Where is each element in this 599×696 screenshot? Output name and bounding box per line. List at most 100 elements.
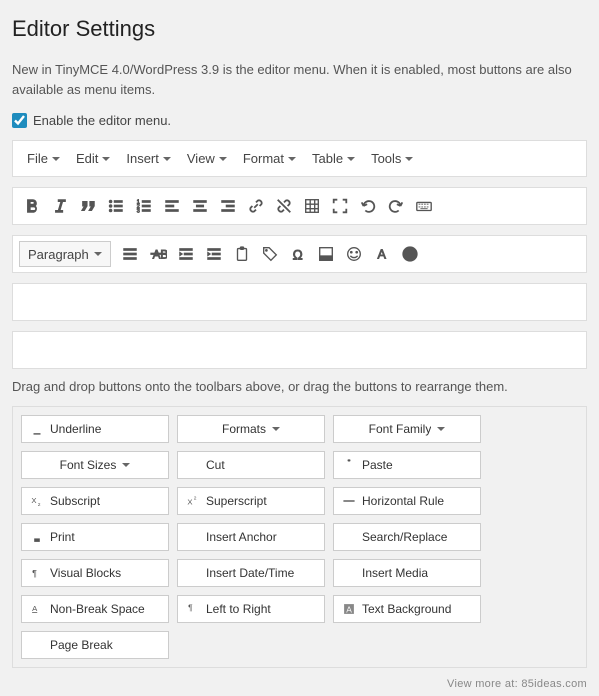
pool-horizontal-rule[interactable]: Horizontal Rule — [333, 487, 481, 515]
undo-icon — [359, 197, 377, 215]
media-icon — [342, 566, 356, 580]
enable-menu-row[interactable]: Enable the editor menu. — [12, 113, 587, 128]
keyboard-button[interactable] — [411, 193, 437, 219]
caret-icon — [272, 427, 280, 431]
font-button[interactable] — [369, 241, 395, 267]
underline-icon — [30, 422, 44, 436]
pool-visual-blocks[interactable]: Visual Blocks — [21, 559, 169, 587]
strike-button[interactable] — [145, 241, 171, 267]
search-icon — [342, 530, 356, 544]
paste-button[interactable] — [229, 241, 255, 267]
indent-icon — [205, 245, 223, 263]
pool-left-to-right[interactable]: Left to Right — [177, 595, 325, 623]
link-button[interactable] — [243, 193, 269, 219]
caret-icon — [405, 157, 413, 161]
menu-tools[interactable]: Tools — [365, 147, 419, 170]
caret-icon — [94, 252, 102, 256]
cut-icon — [186, 458, 200, 472]
ol-button[interactable] — [131, 193, 157, 219]
align-center-icon — [191, 197, 209, 215]
nbsp-icon — [30, 602, 44, 616]
pool-insert-media[interactable]: Insert Media — [333, 559, 481, 587]
align-center-button[interactable] — [187, 193, 213, 219]
outdent-button[interactable] — [173, 241, 199, 267]
italic-icon — [51, 197, 69, 215]
justify-icon — [121, 245, 139, 263]
table-icon — [303, 197, 321, 215]
footer-credit: View more at: 85ideas.com — [12, 678, 587, 696]
paste-icon — [342, 458, 356, 472]
align-right-icon — [219, 197, 237, 215]
paragraph-select[interactable]: Paragraph — [19, 241, 111, 267]
intro-text: New in TinyMCE 4.0/WordPress 3.9 is the … — [12, 60, 587, 99]
toolbar-row-4[interactable] — [12, 331, 587, 369]
redo-button[interactable] — [383, 193, 409, 219]
clock-icon — [186, 566, 200, 580]
indent-button[interactable] — [201, 241, 227, 267]
menu-file[interactable]: File — [21, 147, 66, 170]
pool-non-break-space[interactable]: Non-Break Space — [21, 595, 169, 623]
caret-icon — [288, 157, 296, 161]
ltr-icon — [186, 602, 200, 616]
pool-font-sizes[interactable]: Font Sizes — [21, 451, 169, 479]
pool-print[interactable]: Print — [21, 523, 169, 551]
caret-icon — [122, 463, 130, 467]
pagebreak-icon — [30, 638, 44, 652]
fullscreen-icon — [331, 197, 349, 215]
menu-insert[interactable]: Insert — [120, 147, 177, 170]
caret-icon — [52, 157, 60, 161]
dnd-instructions: Drag and drop buttons onto the toolbars … — [12, 379, 587, 394]
pool-paste[interactable]: Paste — [333, 451, 481, 479]
pool-subscript[interactable]: Subscript — [21, 487, 169, 515]
pool-insert-anchor[interactable]: Insert Anchor — [177, 523, 325, 551]
table-button[interactable] — [299, 193, 325, 219]
toolbar-row-3[interactable] — [12, 283, 587, 321]
pool-insert-date-time[interactable]: Insert Date/Time — [177, 559, 325, 587]
fullscreen-button[interactable] — [327, 193, 353, 219]
help-icon — [401, 245, 419, 263]
pool-search-replace[interactable]: Search/Replace — [333, 523, 481, 551]
button-pool: Underline Formats Font Family Font Sizes Cut… — [12, 406, 587, 668]
pool-font-family[interactable]: Font Family — [333, 415, 481, 443]
menu-view[interactable]: View — [181, 147, 233, 170]
help-button[interactable] — [397, 241, 423, 267]
menu-format[interactable]: Format — [237, 147, 302, 170]
pool-cut[interactable]: Cut — [177, 451, 325, 479]
menu-table[interactable]: Table — [306, 147, 361, 170]
undo-button[interactable] — [355, 193, 381, 219]
quote-button[interactable] — [75, 193, 101, 219]
smile-button[interactable] — [341, 241, 367, 267]
ul-button[interactable] — [103, 193, 129, 219]
justify-button[interactable] — [117, 241, 143, 267]
enable-menu-checkbox[interactable] — [12, 113, 27, 128]
align-right-button[interactable] — [215, 193, 241, 219]
bold-icon — [23, 197, 41, 215]
pool-text-background[interactable]: Text Background — [333, 595, 481, 623]
quote-icon — [79, 197, 97, 215]
align-left-icon — [163, 197, 181, 215]
color-button[interactable] — [313, 241, 339, 267]
color-icon — [317, 245, 335, 263]
superscript-icon — [186, 494, 200, 508]
bold-button[interactable] — [19, 193, 45, 219]
pool-page-break[interactable]: Page Break — [21, 631, 169, 659]
subscript-icon — [30, 494, 44, 508]
pool-underline[interactable]: Underline — [21, 415, 169, 443]
link-icon — [247, 197, 265, 215]
caret-icon — [163, 157, 171, 161]
textbg-icon — [342, 602, 356, 616]
pool-formats[interactable]: Formats — [177, 415, 325, 443]
tag-button[interactable] — [257, 241, 283, 267]
unlink-icon — [275, 197, 293, 215]
caret-icon — [102, 157, 110, 161]
omega-button[interactable] — [285, 241, 311, 267]
pool-superscript[interactable]: Superscript — [177, 487, 325, 515]
paste-icon — [233, 245, 251, 263]
caret-icon — [219, 157, 227, 161]
align-left-button[interactable] — [159, 193, 185, 219]
unlink-button[interactable] — [271, 193, 297, 219]
caret-icon — [437, 427, 445, 431]
menu-edit[interactable]: Edit — [70, 147, 116, 170]
enable-menu-label: Enable the editor menu. — [33, 113, 171, 128]
italic-button[interactable] — [47, 193, 73, 219]
